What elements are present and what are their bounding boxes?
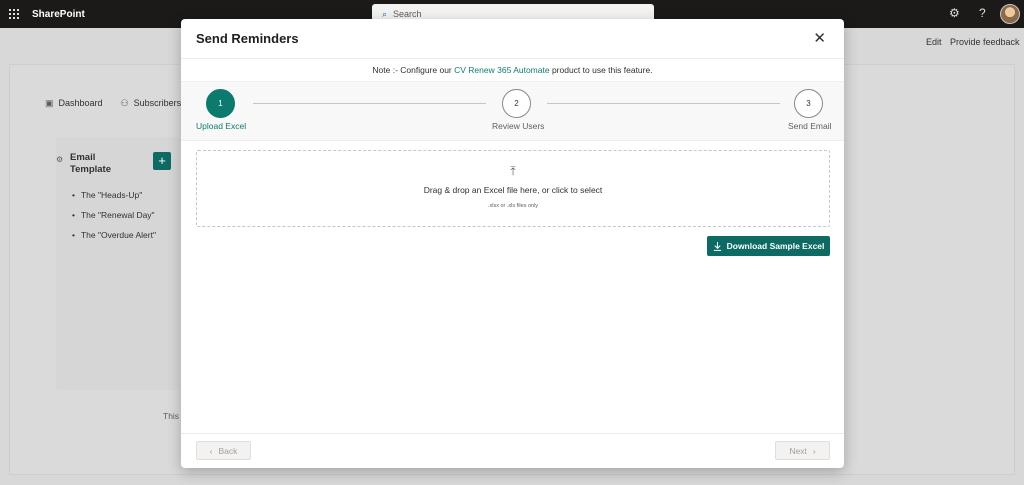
step-connector	[547, 103, 780, 104]
step-1-label: Upload Excel	[196, 121, 247, 131]
nav-item-dashboard[interactable]: ▣ Dashboard	[45, 98, 103, 109]
upload-icon: ⤒	[510, 164, 516, 178]
waffle-icon	[9, 9, 19, 19]
divider	[181, 433, 844, 434]
download-label: Download Sample Excel	[726, 241, 825, 251]
step-2-label: Review Users	[492, 121, 545, 131]
close-button[interactable]: ✕	[813, 29, 826, 47]
edit-link[interactable]: Edit	[926, 37, 942, 47]
search-icon: ⌕	[382, 8, 388, 19]
template-settings-icon: ⚙	[56, 155, 64, 164]
back-button[interactable]: ‹ Back	[196, 441, 251, 460]
chevron-right-icon: ›	[812, 445, 816, 456]
background-text-fragment: This	[163, 411, 180, 421]
dashboard-icon: ▣	[45, 97, 54, 108]
email-template-title: ⚙ Email Template	[56, 152, 112, 175]
add-template-button[interactable]: +	[153, 152, 171, 170]
step-3-label: Send Email	[788, 121, 832, 131]
list-item[interactable]: The "Heads-Up"	[72, 190, 156, 210]
download-sample-excel-button[interactable]: Download Sample Excel	[707, 236, 830, 256]
step-3-circle: 3	[794, 89, 823, 118]
divider	[181, 58, 844, 59]
dropzone-hint: .xlsx or .xls files only	[487, 203, 539, 209]
step-1-circle: 1	[206, 89, 235, 118]
configure-note: Note :- Configure our CV Renew 365 Autom…	[372, 65, 653, 75]
help-icon[interactable]: ?	[979, 6, 986, 20]
template-list: The "Heads-Up" The "Renewal Day" The "Ov…	[72, 190, 156, 250]
dialog-title: Send Reminders	[196, 31, 299, 46]
next-button[interactable]: Next ›	[775, 441, 830, 460]
subscribers-icon: ⚇	[120, 97, 129, 108]
product-link[interactable]: CV Renew 365 Automate	[454, 65, 549, 75]
next-label: Next	[789, 445, 807, 456]
download-icon	[713, 241, 721, 251]
chevron-left-icon: ‹	[209, 445, 213, 456]
app-launcher-button[interactable]	[0, 0, 28, 28]
excel-dropzone[interactable]: ⤒ Drag & drop an Excel file here, or cli…	[196, 150, 830, 227]
send-reminders-dialog: Send Reminders ✕ Note :- Configure our C…	[181, 19, 844, 468]
settings-icon[interactable]: ⚙	[949, 6, 960, 20]
back-label: Back	[218, 445, 238, 456]
page-nav: ▣ Dashboard ⚇ Subscribers	[45, 94, 181, 112]
step-connector	[253, 103, 486, 104]
avatar[interactable]	[1000, 4, 1020, 24]
list-item[interactable]: The "Renewal Day"	[72, 210, 156, 230]
dropzone-text: Drag & drop an Excel file here, or click…	[423, 185, 603, 195]
nav-item-subscribers[interactable]: ⚇ Subscribers	[121, 98, 182, 109]
step-2-circle: 2	[502, 89, 531, 118]
close-icon: ✕	[813, 30, 826, 47]
list-item[interactable]: The "Overdue Alert"	[72, 230, 156, 250]
app-name[interactable]: SharePoint	[32, 9, 85, 20]
provide-feedback-link[interactable]: Provide feedback	[950, 37, 1020, 47]
search-placeholder: Search	[393, 9, 422, 19]
